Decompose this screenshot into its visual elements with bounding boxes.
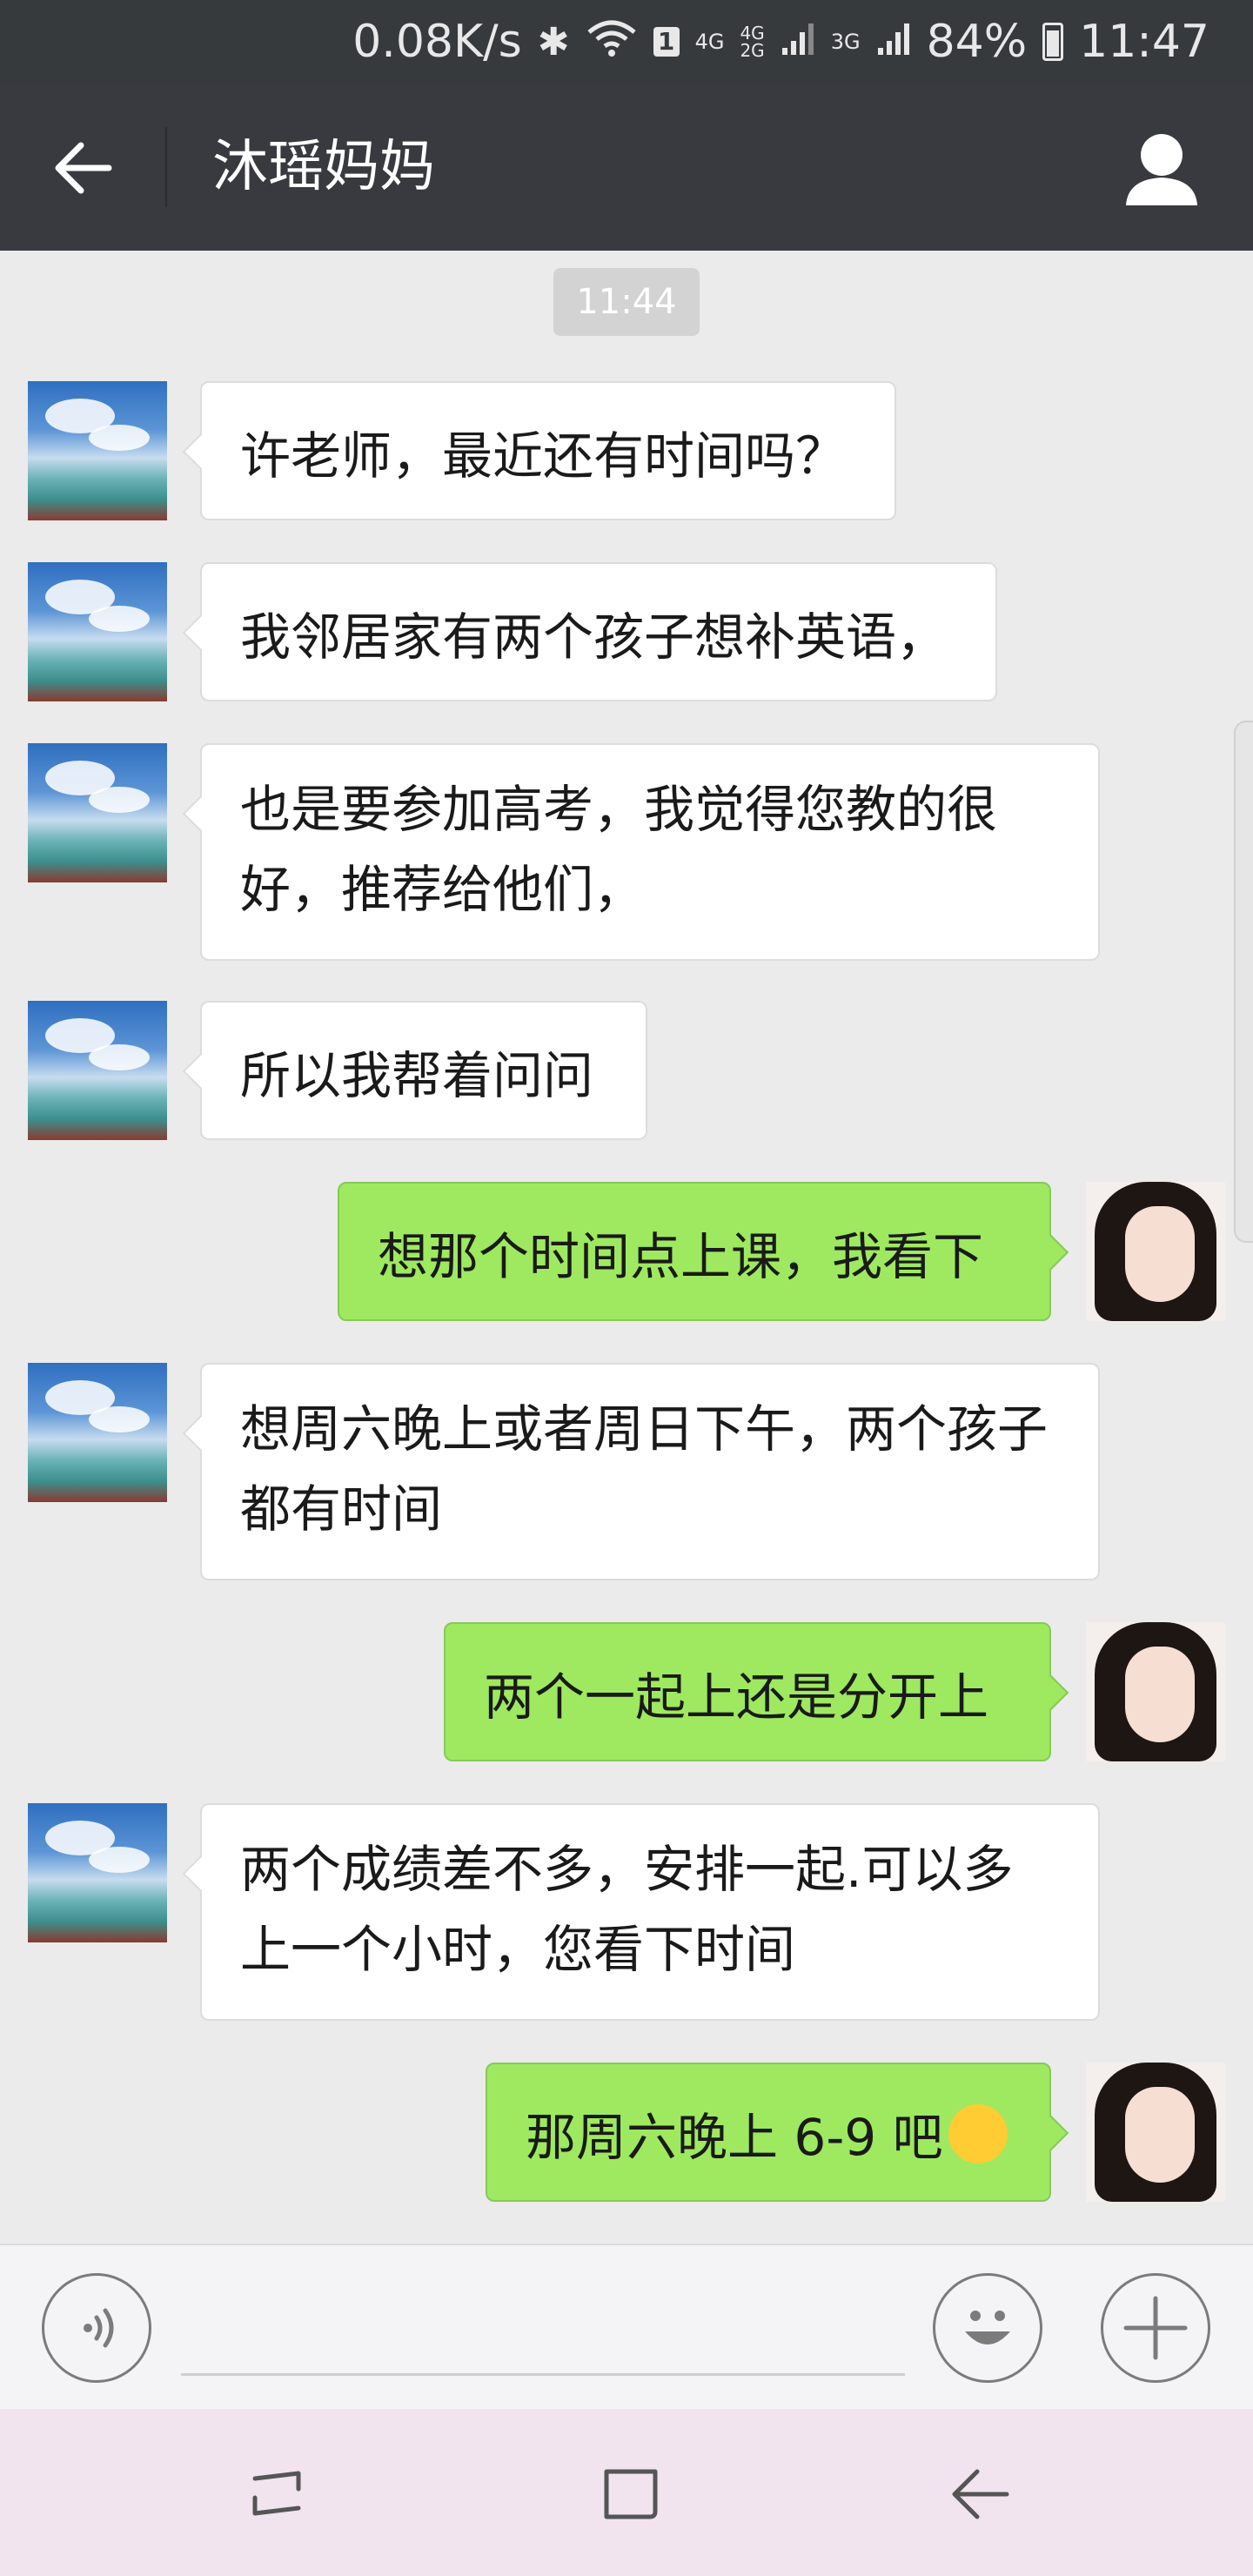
received-message-bubble[interactable]: 许老师，最近还有时间吗？ xyxy=(200,381,896,520)
contact-avatar[interactable] xyxy=(28,381,167,520)
battery-percent: 84% xyxy=(926,16,1028,68)
my-avatar[interactable] xyxy=(1086,1622,1225,1761)
my-avatar[interactable] xyxy=(1086,1182,1225,1321)
sent-message-bubble[interactable]: 想那个时间点上课，我看下 xyxy=(338,1182,1051,1321)
voice-button[interactable] xyxy=(42,2273,151,2383)
contact-avatar[interactable] xyxy=(28,562,167,701)
received-message-bubble[interactable]: 所以我帮着问问 xyxy=(200,1001,647,1140)
message-row: 想周六晚上或者周日下午，两个孩子都有时间 xyxy=(0,1363,1253,1580)
message-row: 许老师，最近还有时间吗？ xyxy=(0,381,1253,520)
system-nav-bar xyxy=(0,2409,1253,2576)
sent-message-bubble[interactable]: 那周六晚上 6-9 吧 xyxy=(486,2063,1051,2202)
status-indicators: 0.08K/s ✱ 1 4G 4G 2G 3G 84% 11:47 xyxy=(352,0,1209,84)
back-arrow-icon xyxy=(55,142,112,194)
chat-header: 沐瑶妈妈 xyxy=(0,84,1253,251)
header-divider xyxy=(165,127,167,207)
message-row: 那周六晚上 6-9 吧 xyxy=(0,2063,1253,2202)
clock: 11:47 xyxy=(1079,16,1209,68)
message-list[interactable]: 11:44 许老师，最近还有时间吗？ 我邻居家有两个孩子想补英语， 也是要参加高… xyxy=(0,251,1253,2244)
status-bar: 0.08K/s ✱ 1 4G 4G 2G 3G 84% 11:47 xyxy=(0,0,1253,84)
network-top-label: 4G xyxy=(740,23,765,44)
recents-button[interactable] xyxy=(233,2451,329,2538)
home-button[interactable] xyxy=(583,2451,679,2538)
voice-icon xyxy=(84,2308,114,2348)
battery-icon xyxy=(1042,23,1064,61)
my-avatar[interactable] xyxy=(1086,2063,1225,2202)
contact-avatar[interactable] xyxy=(28,1001,167,1140)
network-bottom-label: 2G xyxy=(740,40,765,61)
message-row: 我邻居家有两个孩子想补英语， xyxy=(0,562,1253,701)
contact-avatar[interactable] xyxy=(28,743,167,882)
sent-message-text: 那周六晚上 6-9 吧 xyxy=(526,2108,943,2167)
sim-badge: 1 xyxy=(653,27,680,57)
plus-icon xyxy=(1123,2296,1188,2360)
received-message-bubble[interactable]: 我邻居家有两个孩子想补英语， xyxy=(200,562,997,701)
received-message-bubble[interactable]: 两个成绩差不多，安排一起.可以多上一个小时，您看下时间 xyxy=(200,1803,1100,2021)
input-bar xyxy=(0,2244,1253,2409)
signal-icon xyxy=(781,16,815,68)
back-button[interactable] xyxy=(35,129,131,207)
network-dual-label: 4G 2G xyxy=(740,24,764,59)
chat-title: 沐瑶妈妈 xyxy=(212,135,435,199)
back-nav-button[interactable] xyxy=(933,2451,1029,2538)
received-message-bubble[interactable]: 想周六晚上或者周日下午，两个孩子都有时间 xyxy=(200,1363,1100,1580)
emoji-button[interactable] xyxy=(933,2273,1042,2383)
recents-icon xyxy=(252,2471,301,2516)
received-message-bubble[interactable]: 也是要参加高考，我觉得您教的很好，推荐给他们， xyxy=(200,743,1100,961)
signal-icon-2 xyxy=(876,16,911,68)
scroll-handle[interactable] xyxy=(1234,721,1253,1243)
network-3g-label: 3G xyxy=(830,30,861,54)
network-4g-label: 4G xyxy=(694,30,725,54)
wifi-icon xyxy=(586,16,638,68)
net-speed: 0.08K/s xyxy=(352,16,522,68)
chat-timestamp: 11:44 xyxy=(553,268,700,336)
message-row: 两个一起上还是分开上 xyxy=(0,1622,1253,1761)
contact-avatar[interactable] xyxy=(28,1803,167,1942)
home-icon xyxy=(604,2469,658,2519)
message-row: 所以我帮着问问 xyxy=(0,1001,1253,1140)
person-icon xyxy=(1126,134,1197,205)
emoji-icon xyxy=(965,2311,1010,2345)
message-row: 想那个时间点上课，我看下 xyxy=(0,1182,1253,1321)
bluetooth-icon: ✱ xyxy=(537,19,570,64)
contact-avatar[interactable] xyxy=(28,1363,167,1502)
message-row: 也是要参加高考，我觉得您教的很好，推荐给他们， xyxy=(0,743,1253,961)
back-nav-icon xyxy=(952,2469,1009,2519)
sent-message-bubble[interactable]: 两个一起上还是分开上 xyxy=(444,1622,1051,1761)
smiling-face-emoji xyxy=(948,2104,1008,2163)
more-button[interactable] xyxy=(1101,2273,1210,2383)
message-row: 两个成绩差不多，安排一起.可以多上一个小时，您看下时间 xyxy=(0,1803,1253,2021)
profile-button[interactable] xyxy=(1122,129,1201,207)
message-input[interactable] xyxy=(181,2280,905,2376)
